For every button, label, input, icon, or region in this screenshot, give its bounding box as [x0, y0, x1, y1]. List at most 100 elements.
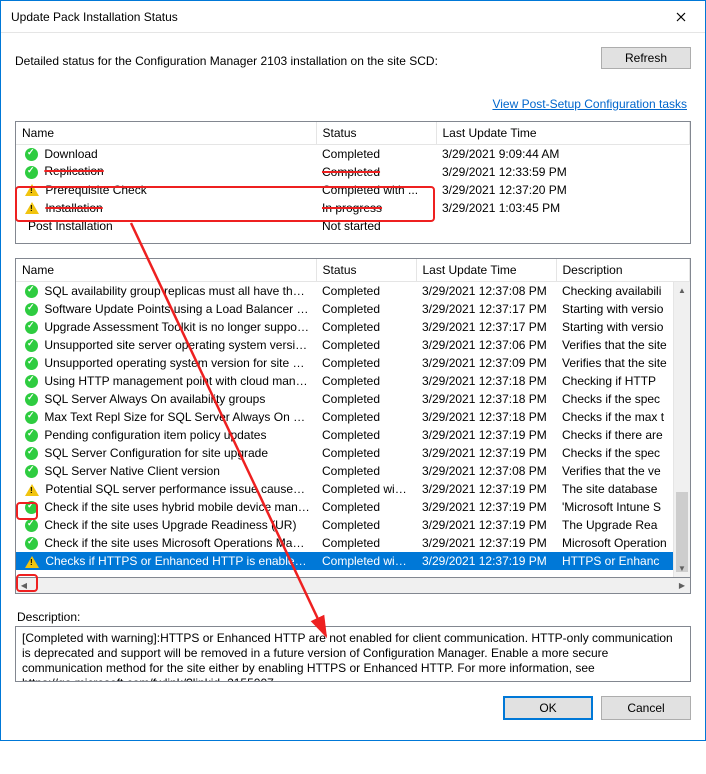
- cell-description: 'Microsoft Intune S: [556, 498, 673, 516]
- success-icon: [25, 321, 38, 334]
- col-status[interactable]: Status: [316, 259, 416, 282]
- scroll-left-icon[interactable]: ◀: [16, 579, 32, 593]
- cell-status: Completed: [316, 516, 416, 534]
- cell-last-update: 3/29/2021 12:37:19 PM: [416, 444, 556, 462]
- cell-status: Completed: [316, 145, 436, 163]
- table-row[interactable]: SQL Server Always On availability groups…: [16, 390, 673, 408]
- checks-grid[interactable]: Name Status Last Update Time Description…: [15, 258, 691, 578]
- table-row[interactable]: Unsupported site server operating system…: [16, 336, 673, 354]
- cell-status: Completed: [316, 462, 416, 480]
- cell-status: Completed: [316, 444, 416, 462]
- success-icon: [25, 519, 38, 532]
- success-icon: [25, 447, 38, 460]
- cell-description: Checking availabili: [556, 282, 673, 300]
- cell-status: Completed: [316, 372, 416, 390]
- table-row[interactable]: Using HTTP management point with cloud m…: [16, 372, 673, 390]
- success-icon: [25, 285, 38, 298]
- cell-name: Installation: [45, 201, 102, 215]
- table-row[interactable]: Software Update Points using a Load Bala…: [16, 300, 673, 318]
- col-last-update[interactable]: Last Update Time: [416, 259, 556, 282]
- table-row[interactable]: Check if the site uses hybrid mobile dev…: [16, 498, 673, 516]
- refresh-button[interactable]: Refresh: [601, 47, 691, 69]
- col-last-update[interactable]: Last Update Time: [436, 122, 690, 145]
- scroll-down-icon[interactable]: ▼: [674, 560, 690, 577]
- cell-name: Unsupported operating system version for…: [44, 356, 316, 370]
- table-row[interactable]: Check if the site uses Microsoft Operati…: [16, 534, 673, 552]
- cell-name: Using HTTP management point with cloud m…: [44, 374, 316, 388]
- cell-name: Check if the site uses hybrid mobile dev…: [44, 500, 316, 514]
- close-icon: [676, 12, 686, 22]
- cell-name: Software Update Points using a Load Bala…: [44, 302, 316, 316]
- table-row[interactable]: Post Installation Not started: [16, 217, 690, 235]
- cell-status: Completed with ...: [316, 181, 436, 199]
- table-row[interactable]: Replication Completed 3/29/2021 12:33:59…: [16, 163, 690, 181]
- post-setup-link[interactable]: View Post-Setup Configuration tasks: [492, 97, 687, 111]
- cell-last-update: 3/29/2021 12:37:09 PM: [416, 354, 556, 372]
- cell-last-update: 3/29/2021 12:37:19 PM: [416, 534, 556, 552]
- col-description[interactable]: Description: [556, 259, 690, 282]
- cancel-button[interactable]: Cancel: [601, 696, 691, 720]
- table-row[interactable]: Check if the site uses Upgrade Readiness…: [16, 516, 673, 534]
- table-row[interactable]: Download Completed 3/29/2021 9:09:44 AM: [16, 145, 690, 163]
- cell-name: Max Text Repl Size for SQL Server Always…: [44, 410, 316, 424]
- vertical-scrollbar[interactable]: ▲ ▼: [673, 282, 690, 577]
- cell-description: The site database: [556, 480, 673, 498]
- warning-icon: [25, 202, 39, 214]
- cell-name: Replication: [44, 164, 103, 178]
- col-name[interactable]: Name: [16, 122, 316, 145]
- cell-last-update: 3/29/2021 12:37:19 PM: [416, 516, 556, 534]
- cell-last-update: 3/29/2021 12:37:19 PM: [416, 552, 556, 570]
- cell-name: SQL Server Configuration for site upgrad…: [44, 446, 268, 460]
- table-row[interactable]: SQL Server Configuration for site upgrad…: [16, 444, 673, 462]
- table-row[interactable]: Pending configuration item policy update…: [16, 426, 673, 444]
- table-row[interactable]: Checks if HTTPS or Enhanced HTTP is enab…: [16, 552, 673, 570]
- close-button[interactable]: [658, 2, 703, 32]
- cell-description: Starting with versio: [556, 318, 673, 336]
- cell-description: Starting with versio: [556, 300, 673, 318]
- cell-name: Pending configuration item policy update…: [44, 428, 266, 442]
- cell-name: SQL availability group replicas must all…: [44, 284, 316, 298]
- success-icon: [25, 357, 38, 370]
- scroll-up-icon[interactable]: ▲: [674, 282, 690, 299]
- cell-description: Checks if the max t: [556, 408, 673, 426]
- cell-status: Completed: [316, 336, 416, 354]
- cell-name: Check if the site uses Upgrade Readiness…: [44, 518, 296, 532]
- cell-status: Completed: [316, 390, 416, 408]
- cell-description: Verifies that the site: [556, 336, 673, 354]
- cell-last-update: 3/29/2021 12:37:08 PM: [416, 282, 556, 300]
- success-icon: [25, 411, 38, 424]
- cell-last-update: 3/29/2021 12:37:18 PM: [416, 408, 556, 426]
- col-name[interactable]: Name: [16, 259, 316, 282]
- scroll-right-icon[interactable]: ▶: [674, 579, 690, 593]
- cell-description: HTTPS or Enhanc: [556, 552, 673, 570]
- cell-status: Not started: [316, 217, 436, 235]
- table-row[interactable]: Upgrade Assessment Toolkit is no longer …: [16, 318, 673, 336]
- cell-status: In progress: [316, 199, 436, 217]
- cell-name: Checks if HTTPS or Enhanced HTTP is enab…: [45, 554, 316, 568]
- table-row[interactable]: SQL availability group replicas must all…: [16, 282, 673, 300]
- description-box[interactable]: [Completed with warning]:HTTPS or Enhanc…: [15, 626, 691, 682]
- cell-status: Completed: [316, 534, 416, 552]
- col-status[interactable]: Status: [316, 122, 436, 145]
- cell-description: Verifies that the site: [556, 354, 673, 372]
- cell-description: Verifies that the ve: [556, 462, 673, 480]
- dialog-window: Update Pack Installation Status Detailed…: [0, 0, 706, 741]
- link-row: View Post-Setup Configuration tasks: [15, 97, 687, 111]
- cell-name: Check if the site uses Microsoft Operati…: [44, 536, 316, 550]
- cell-name: Potential SQL server performance issue c…: [45, 482, 316, 496]
- table-row[interactable]: Max Text Repl Size for SQL Server Always…: [16, 408, 673, 426]
- horizontal-scrollbar[interactable]: ◀ ▶: [15, 578, 691, 594]
- header-row: Detailed status for the Configuration Ma…: [15, 47, 691, 69]
- table-row[interactable]: Potential SQL server performance issue c…: [16, 480, 673, 498]
- warning-icon: [25, 484, 39, 496]
- table-row[interactable]: Installation In progress 3/29/2021 1:03:…: [16, 199, 690, 217]
- cell-last-update: 3/29/2021 12:33:59 PM: [436, 163, 690, 181]
- window-title: Update Pack Installation Status: [11, 10, 658, 24]
- phases-grid[interactable]: Name Status Last Update Time Download Co…: [15, 121, 691, 244]
- table-row[interactable]: Prerequisite Check Completed with ... 3/…: [16, 181, 690, 199]
- cell-description: Checks if there are: [556, 426, 673, 444]
- ok-button[interactable]: OK: [503, 696, 593, 720]
- table-row[interactable]: SQL Server Native Client version Complet…: [16, 462, 673, 480]
- cell-status: Completed with ...: [316, 552, 416, 570]
- table-row[interactable]: Unsupported operating system version for…: [16, 354, 673, 372]
